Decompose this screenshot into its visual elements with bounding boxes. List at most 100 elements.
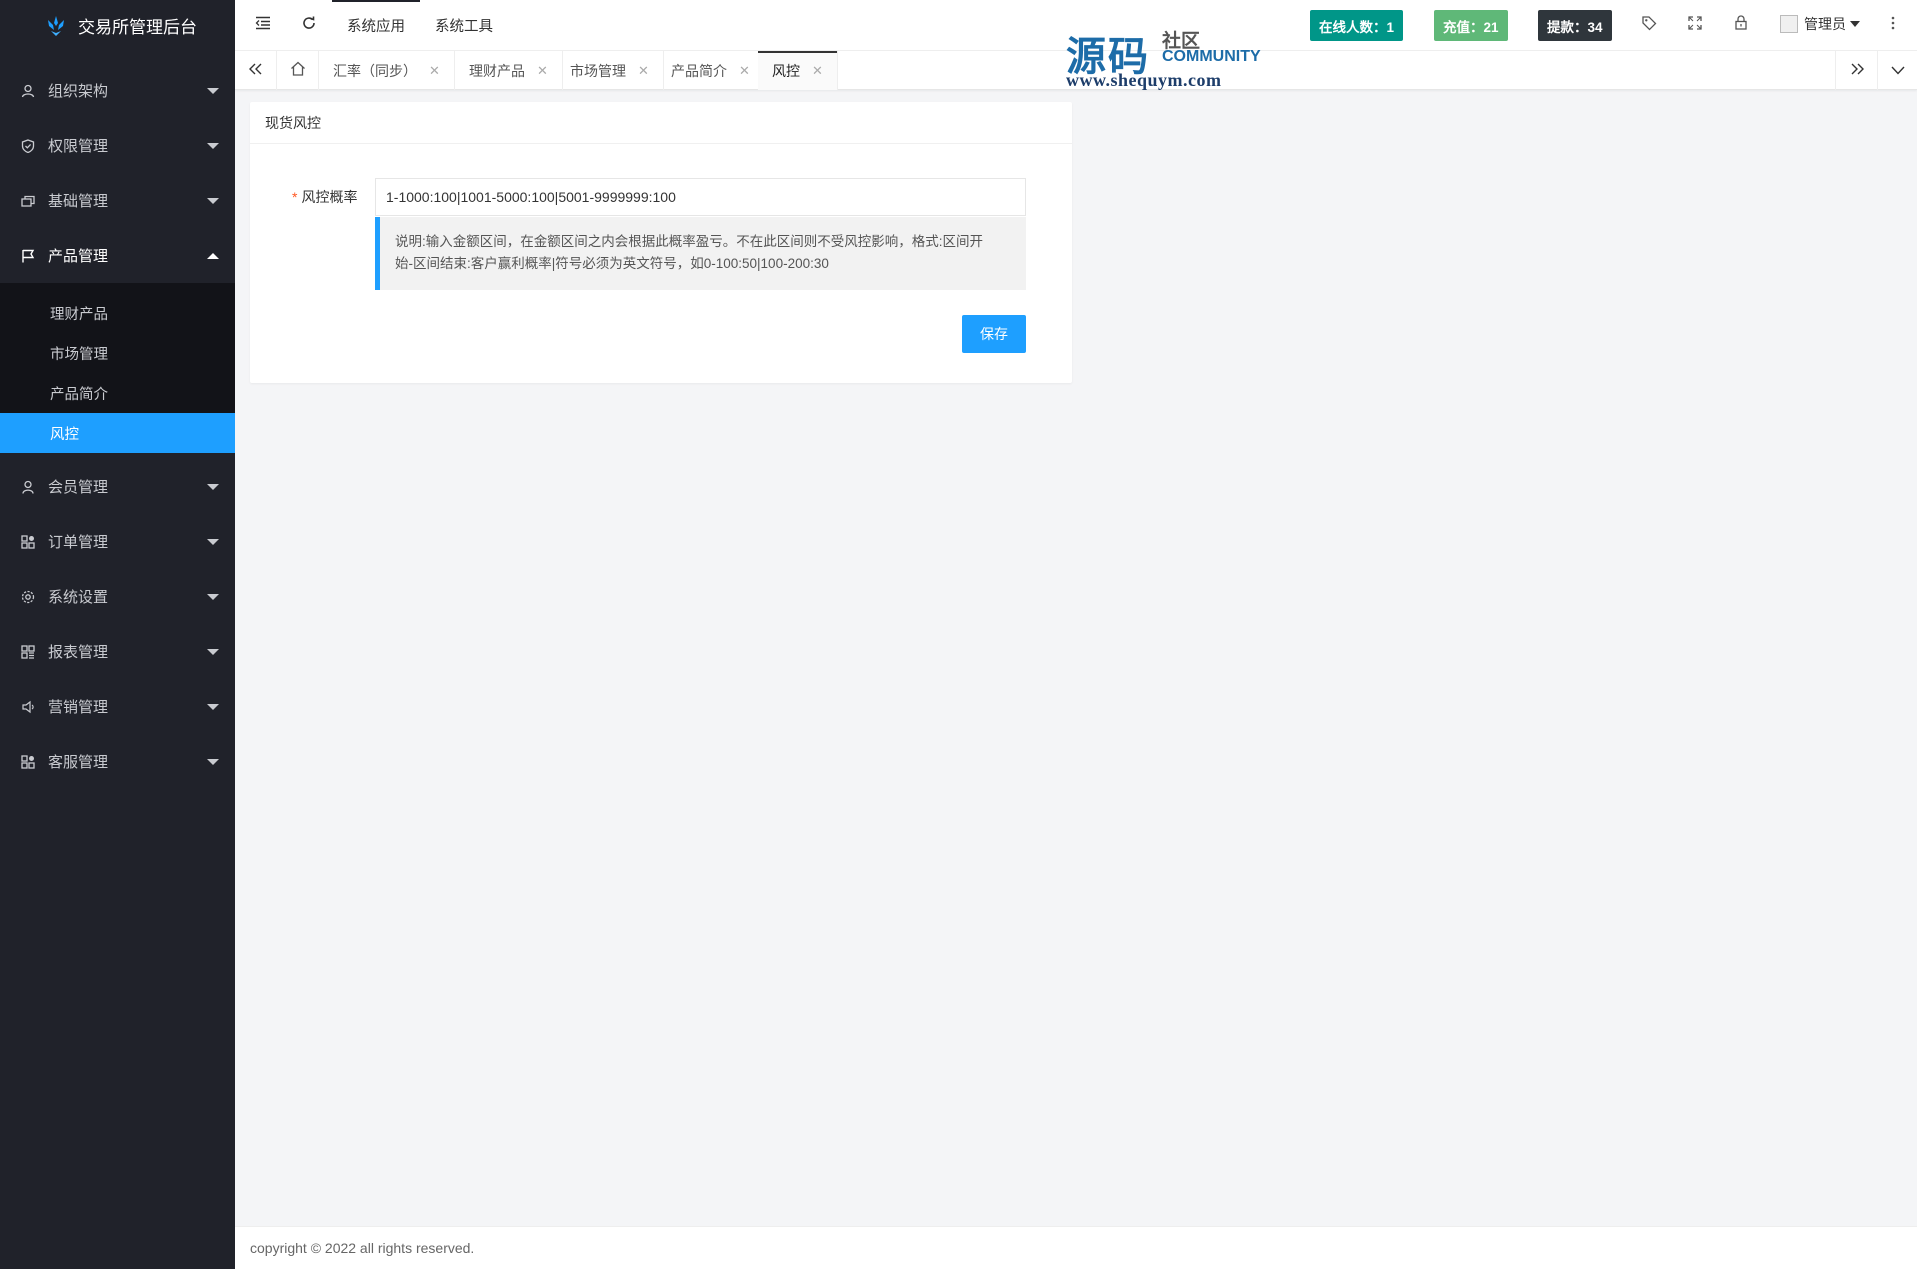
flag-icon <box>20 248 36 264</box>
service-icon <box>20 754 36 770</box>
app-title: 交易所管理后台 <box>78 18 197 37</box>
chevron-down-icon <box>207 87 219 94</box>
sidebar-subitem-market[interactable]: 市场管理 <box>0 333 235 373</box>
menu-indent-icon <box>255 16 271 35</box>
tab-product-intro[interactable]: 产品简介 ✕ <box>657 51 765 90</box>
online-count-badge[interactable]: 在线人数：1 <box>1310 10 1404 41</box>
double-chevron-right-icon <box>1850 62 1864 80</box>
sidebar-subitem-intro[interactable]: 产品简介 <box>0 373 235 413</box>
product-submenu: 理财产品 市场管理 产品简介 风控 <box>0 283 235 453</box>
lock-screen-button[interactable] <box>1728 12 1754 38</box>
sidebar-item-label: 会员管理 <box>48 479 109 496</box>
sidebar-item-marketing[interactable]: 营销管理 <box>0 679 235 734</box>
app-logo[interactable]: 交易所管理后台 <box>0 0 235 51</box>
home-icon <box>290 61 306 81</box>
gear-icon <box>20 589 36 605</box>
sidebar-item-service[interactable]: 客服管理 <box>0 734 235 789</box>
tab-exchange-rate[interactable]: 汇率（同步） ✕ <box>319 51 455 90</box>
header-nav-system-apps[interactable]: 系统应用 <box>332 0 420 51</box>
sidebar-item-label: 报表管理 <box>48 644 109 661</box>
sidebar-item-permission[interactable]: 权限管理 <box>0 118 235 173</box>
sidebar-item-product[interactable]: 产品管理 <box>0 228 235 283</box>
tag-icon <box>1641 15 1657 36</box>
avatar <box>1780 15 1798 33</box>
double-chevron-left-icon <box>248 62 263 80</box>
sidebar-menu: 组织架构 权限管理 基础管理 产品管理 理财产品 市场管理 产品简介 风控 会员… <box>0 63 235 789</box>
member-icon <box>20 479 36 495</box>
sidebar-item-label: 产品管理 <box>48 248 109 265</box>
tab-label: 风控 <box>772 62 800 79</box>
risk-probability-input[interactable] <box>375 178 1026 216</box>
sidebar-item-label: 客服管理 <box>48 754 109 771</box>
sidebar-item-member[interactable]: 会员管理 <box>0 459 235 514</box>
page-tabs: 汇率（同步） ✕ 理财产品 ✕ 市场管理 ✕ 产品简介 ✕ 风控 ✕ <box>235 51 1917 90</box>
note-line: 说明:输入金额区间，在金额区间之内会根据此概率盈亏。不在此区间则不受风控影响，格… <box>395 234 984 249</box>
collapse-sidebar-button[interactable] <box>240 0 286 51</box>
caret-down-icon <box>1850 21 1860 27</box>
save-button[interactable]: 保存 <box>962 315 1026 353</box>
tab-label: 市场管理 <box>570 62 626 79</box>
top-header: 系统应用 系统工具 <box>235 0 1917 51</box>
sidebar-item-label: 系统设置 <box>48 589 109 606</box>
tab-label: 理财产品 <box>469 62 525 79</box>
chevron-down-icon <box>1890 62 1905 80</box>
lock-icon <box>1734 15 1748 35</box>
close-icon[interactable]: ✕ <box>537 63 548 79</box>
chevron-down-icon <box>207 197 219 204</box>
tabs-scroll-right-button[interactable] <box>1835 51 1877 90</box>
tag-button[interactable] <box>1636 12 1662 38</box>
risk-probability-label: * 风控概率 <box>292 187 357 207</box>
copyright-text: copyright © 2022 all rights reserved. <box>250 1240 475 1256</box>
user-menu[interactable]: 管理员 <box>1780 14 1860 34</box>
field-label-text: 风控概率 <box>301 189 358 205</box>
note-line: 始-区间结束:客户赢利概率|符号必须为英文符号，如0-100:50|100-20… <box>395 256 829 271</box>
tabs-scroll-left-button[interactable] <box>235 51 277 90</box>
chevron-up-icon <box>207 252 219 259</box>
close-icon[interactable]: ✕ <box>429 63 440 79</box>
layers-icon <box>20 193 36 209</box>
speaker-icon <box>20 699 36 715</box>
fullscreen-button[interactable] <box>1682 12 1708 38</box>
chevron-down-icon <box>207 483 219 490</box>
sidebar-item-report[interactable]: 报表管理 <box>0 624 235 679</box>
apps-icon <box>20 534 36 550</box>
more-vertical-icon <box>1891 16 1895 35</box>
chevron-down-icon <box>207 593 219 600</box>
chevron-down-icon <box>207 142 219 149</box>
user-icon <box>20 83 36 99</box>
close-icon[interactable]: ✕ <box>739 63 750 79</box>
tab-wealth-product[interactable]: 理财产品 ✕ <box>455 51 563 90</box>
risk-description-note: 说明:输入金额区间，在金额区间之内会根据此概率盈亏。不在此区间则不受风控影响，格… <box>375 217 1026 290</box>
shield-icon <box>20 138 36 154</box>
sidebar-item-label: 基础管理 <box>48 193 109 210</box>
sidebar-item-org[interactable]: 组织架构 <box>0 63 235 118</box>
recharge-badge[interactable]: 充值：21 <box>1434 10 1508 41</box>
refresh-icon <box>301 15 317 36</box>
tabs-menu-button[interactable] <box>1877 51 1917 90</box>
logo-icon <box>44 14 68 38</box>
chevron-down-icon <box>207 758 219 765</box>
withdraw-badge[interactable]: 提款：34 <box>1538 10 1612 41</box>
submenu-spacer <box>0 283 235 293</box>
sidebar-item-settings[interactable]: 系统设置 <box>0 569 235 624</box>
sidebar-subitem-risk[interactable]: 风控 <box>0 413 235 453</box>
sidebar-item-order[interactable]: 订单管理 <box>0 514 235 569</box>
sidebar-subitem-wealth[interactable]: 理财产品 <box>0 293 235 333</box>
sidebar-item-label: 权限管理 <box>48 138 109 155</box>
chevron-down-icon <box>207 703 219 710</box>
tab-risk-control[interactable]: 风控 ✕ <box>758 51 838 90</box>
sidebar-item-label: 营销管理 <box>48 699 109 716</box>
tab-market-management[interactable]: 市场管理 ✕ <box>556 51 664 90</box>
close-icon[interactable]: ✕ <box>812 63 823 79</box>
footer: copyright © 2022 all rights reserved. <box>235 1226 1917 1269</box>
close-icon[interactable]: ✕ <box>638 63 649 79</box>
refresh-button[interactable] <box>286 0 332 51</box>
sidebar-item-basic[interactable]: 基础管理 <box>0 173 235 228</box>
more-button[interactable] <box>1880 12 1906 38</box>
tab-label: 产品简介 <box>671 62 727 79</box>
tab-home[interactable] <box>277 51 319 90</box>
user-name: 管理员 <box>1804 16 1846 32</box>
tab-label: 汇率（同步） <box>333 62 417 79</box>
chevron-down-icon <box>207 648 219 655</box>
header-nav-system-tools[interactable]: 系统工具 <box>420 0 508 51</box>
